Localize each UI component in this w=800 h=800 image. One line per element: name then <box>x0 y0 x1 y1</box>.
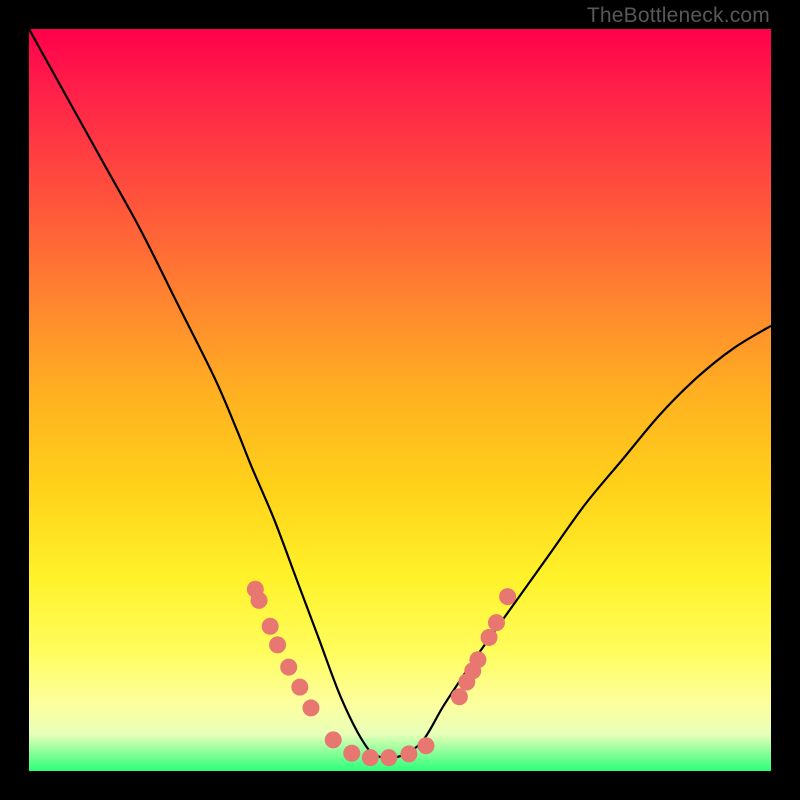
data-marker <box>451 688 468 705</box>
data-marker <box>488 614 505 631</box>
data-marker <box>262 618 279 635</box>
data-marker <box>302 699 319 716</box>
data-marker <box>280 659 297 676</box>
curve-svg <box>29 29 771 771</box>
chart-container: TheBottleneck.com <box>0 0 800 800</box>
data-marker <box>325 731 342 748</box>
data-marker <box>400 745 417 762</box>
data-marker <box>469 651 486 668</box>
attribution-label: TheBottleneck.com <box>587 4 770 28</box>
data-marker <box>343 745 360 762</box>
data-marker <box>417 737 434 754</box>
data-marker <box>291 679 308 696</box>
data-markers <box>247 581 516 766</box>
bottleneck-curve <box>29 29 771 758</box>
data-marker <box>380 749 397 766</box>
data-marker <box>481 629 498 646</box>
data-marker <box>499 588 516 605</box>
data-marker <box>251 592 268 609</box>
data-marker <box>362 749 379 766</box>
data-marker <box>269 636 286 653</box>
plot-area <box>29 29 771 771</box>
